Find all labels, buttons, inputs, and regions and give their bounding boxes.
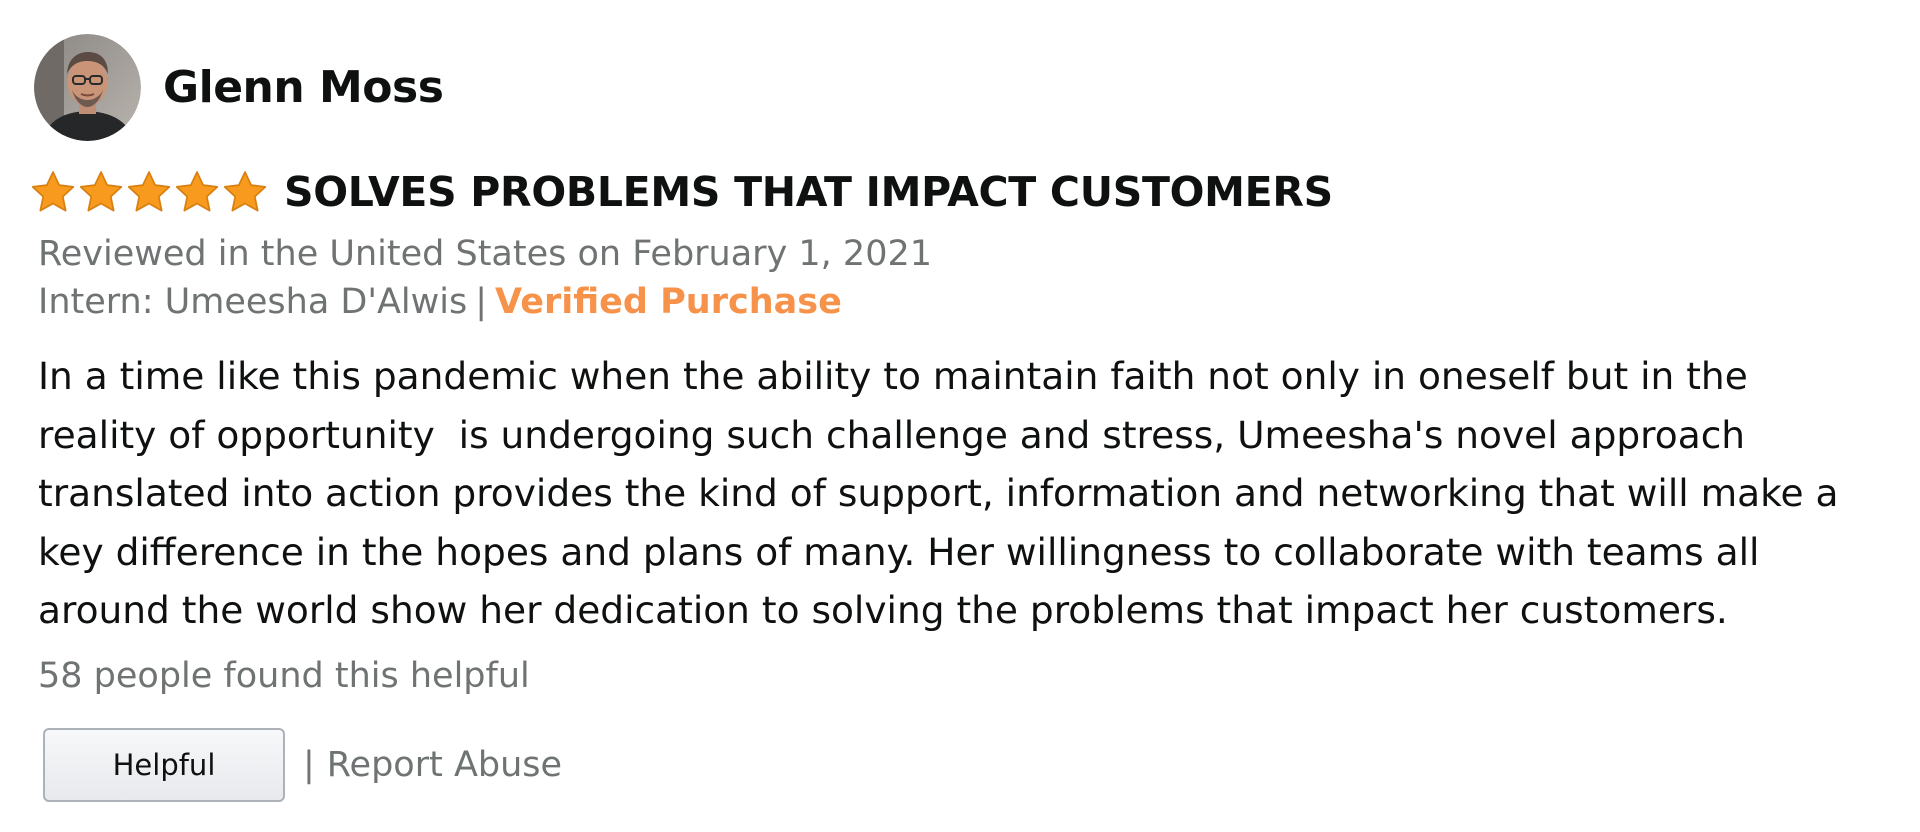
verified-purchase-badge: Verified Purchase <box>495 282 842 322</box>
review-body: In a time like this pandemic when the ab… <box>38 347 1908 640</box>
review-actions: Helpful | Report Abuse <box>43 728 562 802</box>
rating-title-row: SOLVES PROBLEMS THAT IMPACT CUSTOMERS <box>30 164 1333 220</box>
reviewer-name[interactable]: Glenn Moss <box>163 62 444 113</box>
format-separator: | <box>475 282 488 322</box>
review-body-line: In a time like this pandemic when the ab… <box>38 354 1748 398</box>
star-rating[interactable] <box>30 169 268 215</box>
reviewer-profile[interactable]: Glenn Moss <box>34 34 444 141</box>
helpful-count: 58 people found this helpful <box>38 656 530 696</box>
star-icon <box>31 171 75 212</box>
review-body-line: translated into action provides the kind… <box>38 471 1839 515</box>
person-avatar-icon <box>34 34 141 141</box>
review-title[interactable]: SOLVES PROBLEMS THAT IMPACT CUSTOMERS <box>284 168 1333 216</box>
helpful-button[interactable]: Helpful <box>43 728 285 802</box>
avatar[interactable] <box>34 34 141 141</box>
review-body-line: key difference in the hopes and plans of… <box>38 529 1760 574</box>
star-icon <box>127 171 171 212</box>
review-body-line: around the world show her dedication to … <box>38 588 1728 632</box>
review-date: Reviewed in the United States on Februar… <box>38 234 933 274</box>
star-icon <box>79 171 123 212</box>
report-abuse-link[interactable]: Report Abuse <box>327 745 562 785</box>
star-icon <box>175 171 219 212</box>
review-format-strip: Intern: Umeesha D'Alwis | Verified Purchas… <box>38 282 842 322</box>
star-icon <box>223 171 267 212</box>
review-card: Glenn Moss SOLVES PROBLEMS THAT IMPACT C… <box>0 0 1920 832</box>
review-body-line: reality of opportunity is undergoing suc… <box>38 412 1746 457</box>
format-label: Intern: Umeesha D'Alwis <box>38 282 468 322</box>
actions-separator: | <box>303 745 315 785</box>
